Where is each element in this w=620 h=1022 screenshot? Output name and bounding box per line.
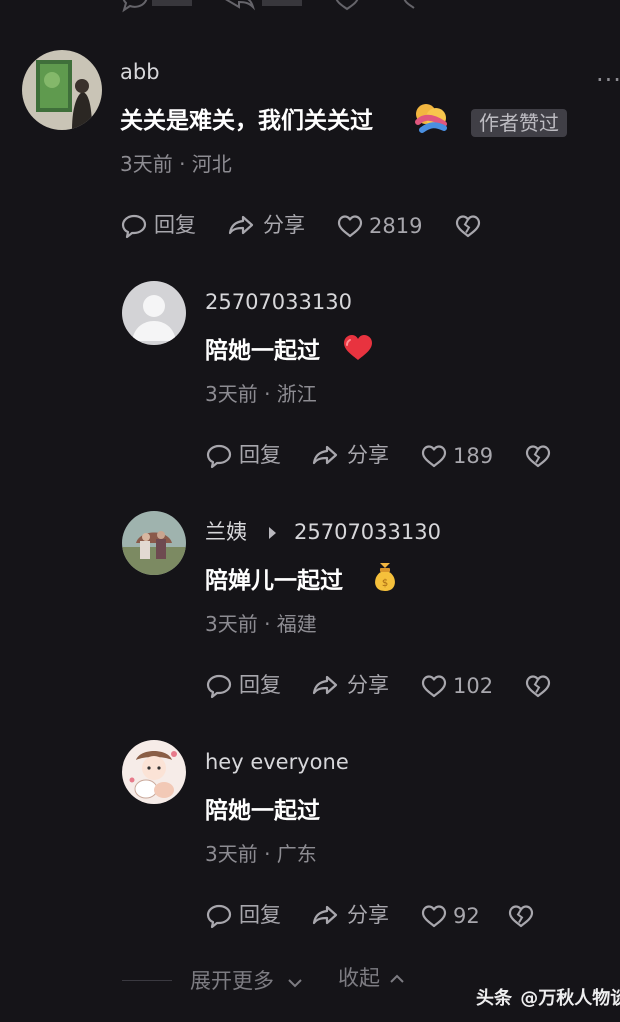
expand-more-label: 展开更多: [190, 969, 274, 993]
broken-heart-icon[interactable]: [524, 442, 552, 470]
share-label: 分享: [263, 213, 305, 237]
heart-outline-icon: [421, 675, 447, 698]
comment-username[interactable]: 兰姨: [205, 522, 247, 543]
share-label: 分享: [347, 673, 389, 697]
chevron-down-icon: [288, 979, 302, 988]
avatar-cartoon-image: [122, 740, 186, 804]
comment-bubble-icon: [206, 904, 232, 929]
footer-divider: [122, 980, 172, 981]
avatar-abb-image: [22, 50, 102, 130]
reply-to-username[interactable]: 25707033130: [294, 522, 441, 543]
share-arrow-icon: [312, 445, 338, 465]
watermark-site: 头条: [476, 988, 512, 1009]
comment-username[interactable]: 25707033130: [205, 292, 352, 313]
previous-actions-icons: [122, 0, 415, 13]
like-count: 92: [453, 904, 480, 928]
heart-outline-icon: [421, 905, 447, 928]
share-arrow-icon: [312, 905, 338, 925]
money-bag-emoji-icon: $: [375, 563, 395, 591]
collapse-label: 收起: [338, 966, 380, 990]
red-heart-emoji-icon: [344, 335, 372, 360]
broken-heart-icon[interactable]: [524, 672, 552, 700]
like-count: 102: [453, 674, 494, 698]
avatar-abb[interactable]: [22, 50, 102, 130]
broken-heart-icon[interactable]: [507, 902, 535, 930]
svg-text:$: $: [382, 578, 388, 589]
heart-outline-icon: [337, 215, 363, 238]
comment-text: 陪她一起过: [205, 798, 320, 824]
previous-comment-actions: [122, 0, 422, 18]
share-arrow-icon: [228, 215, 254, 235]
watermark-handle: @万秋人物谈: [520, 988, 620, 1009]
share-arrow-icon: [312, 675, 338, 695]
reply-label: 回复: [239, 443, 281, 467]
avatar-lanyi[interactable]: [122, 511, 186, 575]
broken-heart-icon[interactable]: [454, 212, 482, 240]
comment-text: 陪婵儿一起过: [205, 568, 343, 594]
comment-username[interactable]: hey everyone: [205, 752, 349, 773]
more-options-icon[interactable]: ···: [596, 68, 620, 92]
comment-text: 关关是难关，我们关关过: [120, 108, 373, 134]
watermark: 头条 @万秋人物谈: [476, 990, 620, 1008]
comment-meta: 3天前 · 河北: [120, 152, 232, 176]
share-label: 分享: [347, 443, 389, 467]
comment-text: 陪她一起过: [205, 338, 320, 364]
like-count: 189: [453, 444, 494, 468]
comment-meta: 3天前 · 浙江: [205, 382, 317, 406]
comment-username[interactable]: abb: [120, 62, 160, 83]
comment-section: abb ··· 关关是难关，我们关关过 作者赞过 3天前 · 河北 回复 分享 …: [0, 0, 620, 1022]
comment-meta: 3天前 · 广东: [205, 842, 317, 866]
like-count: 2819: [369, 214, 423, 238]
reply-label: 回复: [154, 213, 196, 237]
avatar-hey-everyone[interactable]: [122, 740, 186, 804]
share-label: 分享: [347, 903, 389, 927]
comment-meta: 3天前 · 福建: [205, 612, 317, 636]
chevron-up-icon: [390, 974, 404, 983]
comment-bubble-icon: [206, 444, 232, 469]
reply-label: 回复: [239, 903, 281, 927]
comment-bubble-icon: [206, 674, 232, 699]
hugging-emoji-icon: [415, 104, 447, 133]
author-liked-badge: 作者赞过: [471, 109, 567, 137]
comment-bubble-icon: [121, 214, 147, 239]
heart-outline-icon: [421, 445, 447, 468]
avatar-default[interactable]: [122, 281, 186, 345]
avatar-lanyi-image: [122, 511, 186, 575]
reply-label: 回复: [239, 673, 281, 697]
reply-arrow-icon: [269, 527, 276, 539]
default-avatar-icon: [122, 281, 186, 345]
